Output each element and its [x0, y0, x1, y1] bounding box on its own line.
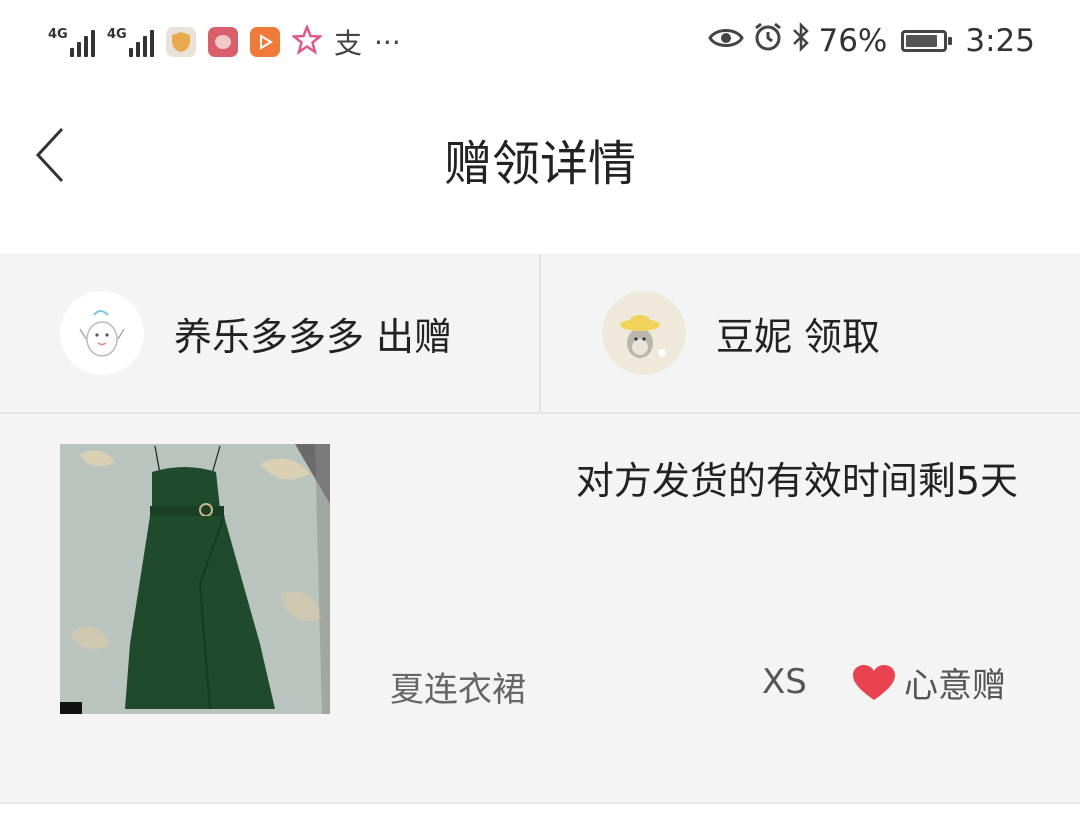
shipping-countdown: 对方发货的有效时间剩5天 — [575, 459, 1018, 503]
bottom-area — [0, 804, 1080, 833]
shield-app-icon — [166, 27, 196, 57]
video-app-icon — [250, 27, 280, 57]
network-type: 4G — [48, 27, 68, 42]
gift-type-badge: 心意赠 — [852, 658, 1006, 707]
heart-icon — [853, 664, 895, 700]
item-name: 夏连衣裙 — [390, 670, 526, 710]
item-card[interactable]: 对方发货的有效时间剩5天 夏连衣裙 XS 心意赠 — [0, 414, 1080, 804]
alipay-app-icon: 支 — [334, 27, 363, 60]
star-icon — [290, 23, 324, 59]
parties-row: 养乐多多多 出赠 豆妮 领取 — [0, 254, 1080, 414]
giver-avatar[interactable] — [60, 291, 144, 375]
giver-role: 出赠 — [376, 314, 453, 359]
navigation-bar: 赠领详情 — [0, 84, 1080, 254]
bluetooth-icon — [792, 21, 810, 61]
status-left: 4G 4G 支 ··· — [48, 22, 401, 62]
column-divider — [539, 254, 541, 412]
giver-name: 养乐多多多 — [174, 314, 365, 359]
battery-percent: 76% — [818, 23, 888, 59]
status-bar: 4G 4G 支 ··· 76% 3:25 — [0, 0, 1080, 84]
eye-icon — [708, 23, 745, 59]
receiver-name: 豆妮 — [716, 314, 793, 359]
receiver-profile[interactable]: 豆妮 领取 — [602, 254, 880, 412]
item-size: XS — [762, 662, 807, 702]
item-photo[interactable] — [60, 444, 330, 714]
battery-icon — [901, 30, 953, 52]
clock: 3:25 — [965, 23, 1035, 59]
page-title: 赠领详情 — [443, 136, 636, 192]
receiver-role: 领取 — [804, 314, 881, 359]
status-right: 76% 3:25 — [708, 18, 1035, 64]
more-notifications-icon: ··· — [374, 25, 401, 59]
weibo-app-icon — [208, 27, 238, 57]
receiver-avatar[interactable] — [602, 291, 686, 375]
gift-type-label: 心意赠 — [904, 666, 1006, 706]
alarm-icon — [752, 21, 784, 61]
giver-profile[interactable]: 养乐多多多 出赠 — [60, 254, 452, 412]
signal-icon: 4G — [107, 27, 154, 57]
signal-icon: 4G — [48, 27, 95, 57]
network-type: 4G — [107, 27, 127, 42]
